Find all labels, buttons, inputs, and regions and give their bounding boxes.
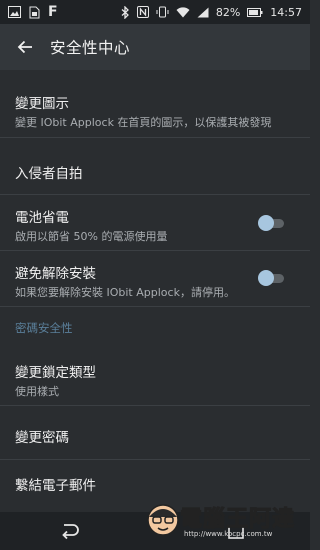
setting-title: 繫結電子郵件: [15, 478, 96, 494]
settings-list: 變更圖示 變更 IObit Applock 在首頁的圖示，以保護其被發現 入侵者…: [0, 70, 310, 512]
toggle-thumb: [258, 270, 274, 286]
mascot-face-icon: [147, 504, 179, 536]
status-bar: F 82% 14:57: [0, 0, 310, 24]
nav-back-button[interactable]: [58, 521, 82, 541]
page-title: 安全性中心: [50, 39, 131, 57]
vibrate-icon: [156, 6, 169, 18]
setting-title: 變更鎖定類型: [15, 365, 96, 381]
setting-subtitle: 如果您要解除安裝 IObit Applock，請停用。: [15, 286, 235, 299]
setting-title: 避免解除安裝: [15, 266, 96, 282]
watermark-url: http://www.kocpc.com.tw: [184, 530, 273, 538]
battery-icon: [247, 7, 263, 17]
clock: 14:57: [270, 5, 302, 19]
photo-icon: [8, 6, 21, 18]
setting-intruder-selfie[interactable]: 入侵者自拍: [0, 138, 310, 195]
setting-subtitle: 變更 IObit Applock 在首頁的圖示，以保護其被發現: [15, 116, 272, 129]
signal-icon: [197, 7, 209, 18]
back-button[interactable]: [0, 24, 50, 70]
watermark-logo: 電腦王阿達 http://www.kocpc.com.tw: [144, 495, 296, 547]
setting-subtitle: 使用樣式: [15, 385, 59, 398]
nfc-icon: [136, 6, 149, 18]
arrow-left-icon: [17, 40, 32, 54]
setting-change-password[interactable]: 變更密碼: [0, 406, 310, 460]
bluetooth-icon: [121, 5, 130, 19]
facebook-icon: F: [48, 4, 58, 20]
toggle-thumb: [258, 215, 274, 231]
app-toolbar: 安全性中心: [0, 24, 310, 70]
battery-percent: 82%: [215, 5, 241, 19]
prevent-uninstall-toggle[interactable]: [258, 268, 286, 288]
wifi-icon: [176, 6, 190, 18]
setting-change-icon[interactable]: 變更圖示 變更 IObit Applock 在首頁的圖示，以保護其被發現: [0, 70, 310, 138]
nav-back-icon: [62, 524, 79, 540]
watermark-text: 電腦王阿達: [179, 507, 296, 533]
setting-title: 變更圖示: [15, 96, 69, 112]
setting-title: 入侵者自拍: [15, 166, 83, 182]
sim-icon: [29, 6, 40, 19]
setting-prevent-uninstall[interactable]: 避免解除安裝 如果您要解除安裝 IObit Applock，請停用。: [0, 251, 310, 307]
setting-change-lock-type[interactable]: 變更鎖定類型 使用樣式: [0, 346, 310, 406]
battery-saver-toggle[interactable]: [258, 213, 286, 233]
setting-title: 變更密碼: [15, 430, 69, 446]
section-header-password: 密碼安全性: [15, 321, 73, 335]
setting-subtitle: 啟用以節省 50% 的電源使用量: [15, 230, 168, 243]
setting-battery-saver[interactable]: 電池省電 啟用以節省 50% 的電源使用量: [0, 195, 310, 251]
setting-title: 電池省電: [15, 210, 69, 226]
